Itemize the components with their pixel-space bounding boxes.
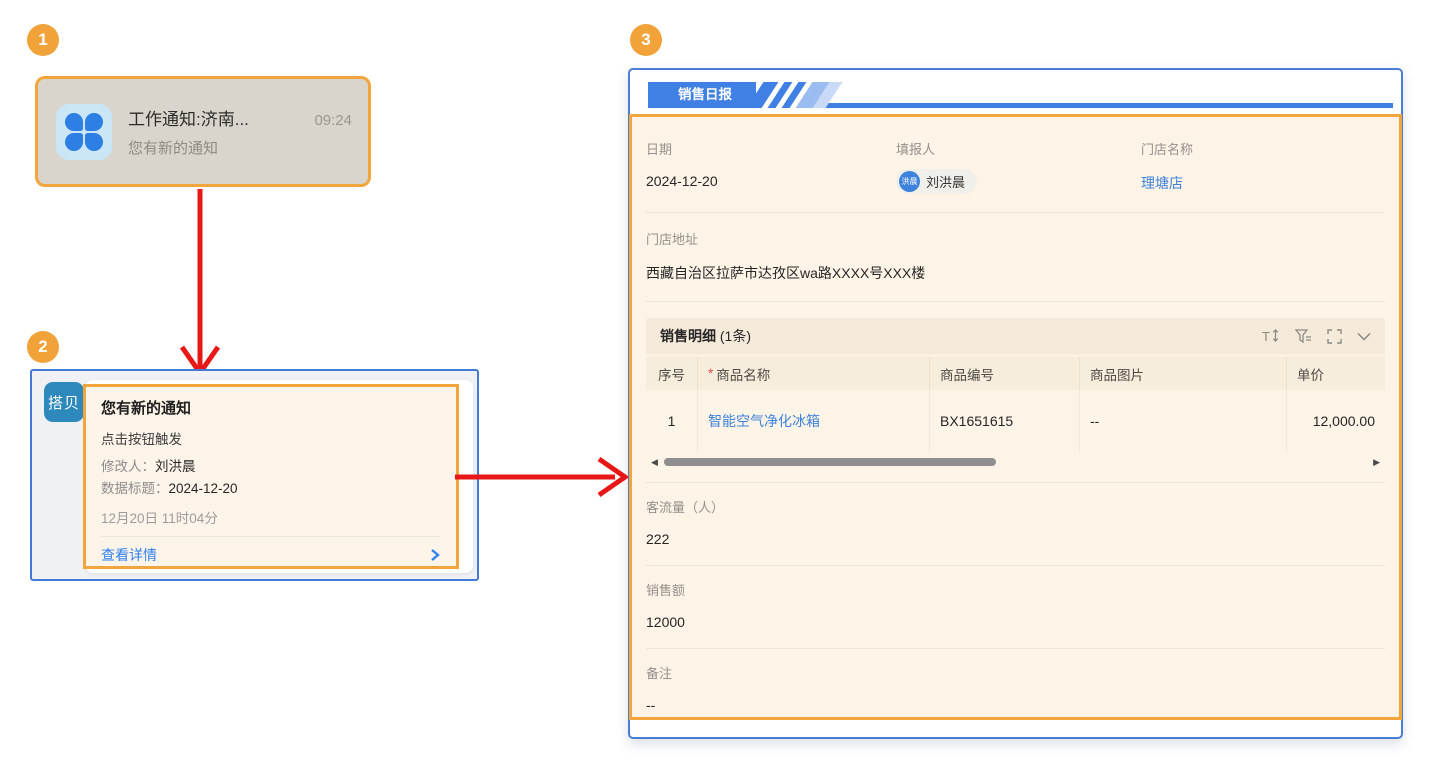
filter-icon[interactable] xyxy=(1295,329,1312,344)
product-name-link: 智能空气净化冰箱 xyxy=(698,390,930,452)
date-value: 2024-12-20 xyxy=(646,173,896,189)
scroll-left-icon[interactable]: ◀ xyxy=(651,458,658,467)
sales-amount-label: 销售额 xyxy=(646,580,1385,599)
clover-icon xyxy=(65,113,103,151)
fullscreen-icon[interactable] xyxy=(1327,329,1342,344)
scrollbar-thumb[interactable] xyxy=(664,458,996,466)
arrow-down xyxy=(170,189,230,389)
required-marker: * xyxy=(708,366,713,381)
table-row-count: (1条) xyxy=(720,328,751,344)
date-label: 日期 xyxy=(646,139,896,158)
remark-field: 备注 -- xyxy=(646,649,1385,720)
ribbon-tab: 销售日报 xyxy=(648,82,834,108)
reporter-member-pill[interactable]: 洪晨 刘洪晨 xyxy=(896,169,977,194)
traffic-value: 222 xyxy=(646,531,1385,547)
address-value: 西藏自治区拉萨市达孜区wa路XXXX号XXX楼 xyxy=(646,263,1385,283)
notification-time: 09:24 xyxy=(314,112,352,129)
panel-title: 销售日报 xyxy=(648,82,756,108)
unit-price-value: 12,000.00 xyxy=(1287,390,1385,452)
scrollbar-track[interactable] xyxy=(662,458,1369,466)
reporter-field: 填报人 洪晨 刘洪晨 xyxy=(896,139,1141,194)
svg-text:T: T xyxy=(1262,329,1270,344)
message-footer[interactable]: 查看详情 xyxy=(101,537,441,573)
product-image-value: -- xyxy=(1080,390,1287,452)
traffic-field: 客流量（人） 222 xyxy=(646,483,1385,566)
product-name-text[interactable]: 智能空气净化冰箱 xyxy=(708,411,820,431)
message-body: 点击按钮触发 xyxy=(101,428,441,448)
column-unit-price: 单价 xyxy=(1287,357,1385,390)
remark-label: 备注 xyxy=(646,663,1385,682)
column-product-image: 商品图片 xyxy=(1080,357,1287,390)
column-product-name: * 商品名称 xyxy=(698,357,930,390)
scroll-right-icon[interactable]: ▶ xyxy=(1373,458,1380,467)
step-1-badge: 1 xyxy=(27,24,59,56)
store-field: 门店名称 理塘店 xyxy=(1141,139,1385,194)
column-product-name-text: 商品名称 xyxy=(716,364,770,384)
collapse-icon[interactable] xyxy=(1357,332,1371,341)
column-index: 序号 xyxy=(646,357,698,390)
field-label: 修改人： xyxy=(101,459,155,474)
table-row: 1 智能空气净化冰箱 BX1651615 -- 12,000.00 xyxy=(646,390,1385,452)
field-value: 刘洪晨 xyxy=(155,459,196,474)
message-timestamp: 12月20日 11时04分 xyxy=(101,507,441,527)
notification-title: 工作通知:济南... xyxy=(128,105,249,130)
table-header-row: 序号 * 商品名称 商品编号 商品图片 单价 xyxy=(646,354,1385,390)
step-3-badge: 3 xyxy=(630,24,662,56)
table-title-text: 销售明细 xyxy=(660,328,716,344)
sales-amount-value: 12000 xyxy=(646,614,1385,630)
address-field: 门店地址 西藏自治区拉萨市达孜区wa路XXXX号XXX楼 xyxy=(646,213,1385,302)
store-link[interactable]: 理塘店 xyxy=(1141,173,1385,193)
dabei-app-avatar[interactable]: 搭贝 xyxy=(44,382,84,422)
message-content[interactable]: 您有新的通知 点击按钮触发 修改人：刘洪晨 数据标题：2024-12-20 12… xyxy=(83,384,459,569)
sales-amount-field: 销售额 12000 xyxy=(646,566,1385,649)
step-2-badge: 2 xyxy=(27,331,59,363)
table-horizontal-scrollbar[interactable]: ◀ ▶ xyxy=(646,452,1385,472)
store-label: 门店名称 xyxy=(1141,139,1385,158)
avatar: 洪晨 xyxy=(899,171,920,192)
remark-value: -- xyxy=(646,697,1385,713)
field-value: 2024-12-20 xyxy=(169,481,238,496)
traffic-label: 客流量（人） xyxy=(646,497,1385,516)
sales-report-panel: 销售日报 日期 2024-12-20 填报人 洪晨 刘洪晨 xyxy=(628,68,1403,739)
view-detail-link[interactable]: 查看详情 xyxy=(101,545,157,565)
notification-text: 工作通知:济南... 09:24 您有新的通知 xyxy=(128,105,352,158)
form-row-top: 日期 2024-12-20 填报人 洪晨 刘洪晨 门店名称 理塘店 xyxy=(646,117,1385,213)
product-code-value: BX1651615 xyxy=(930,390,1080,452)
message-title: 您有新的通知 xyxy=(101,397,441,418)
chat-message-card: 搭贝 您有新的通知 点击按钮触发 修改人：刘洪晨 数据标题：2024-12-20… xyxy=(30,369,479,581)
row-index: 1 xyxy=(646,390,698,452)
workbench-app-icon xyxy=(56,104,112,160)
reporter-name: 刘洪晨 xyxy=(926,172,965,191)
table-title: 销售明细 (1条) xyxy=(660,326,751,346)
canvas: 1 工作通知:济南... 09:24 您有新的通知 2 搭贝 您有新的通知 点击… xyxy=(0,0,1435,771)
push-notification-card[interactable]: 工作通知:济南... 09:24 您有新的通知 xyxy=(35,76,371,187)
panel-header-ribbon: 销售日报 xyxy=(648,82,1393,110)
chevron-right-icon xyxy=(429,548,441,562)
column-product-code: 商品编号 xyxy=(930,357,1080,390)
report-form: 日期 2024-12-20 填报人 洪晨 刘洪晨 门店名称 理塘店 门店地址 xyxy=(629,114,1402,720)
reporter-label: 填报人 xyxy=(896,139,1141,158)
field-label: 数据标题： xyxy=(101,481,169,496)
message-field-modifier: 修改人：刘洪晨 xyxy=(101,457,441,477)
text-size-icon[interactable]: T xyxy=(1262,328,1280,344)
address-label: 门店地址 xyxy=(646,229,1385,248)
arrow-right xyxy=(453,449,633,505)
sales-detail-table: 销售明细 (1条) T xyxy=(646,318,1385,472)
message-field-data-title: 数据标题：2024-12-20 xyxy=(101,479,441,499)
table-section-header: 销售明细 (1条) T xyxy=(646,318,1385,354)
date-field: 日期 2024-12-20 xyxy=(646,139,896,194)
notification-subtitle: 您有新的通知 xyxy=(128,137,352,158)
table-toolbar: T xyxy=(1262,328,1371,344)
